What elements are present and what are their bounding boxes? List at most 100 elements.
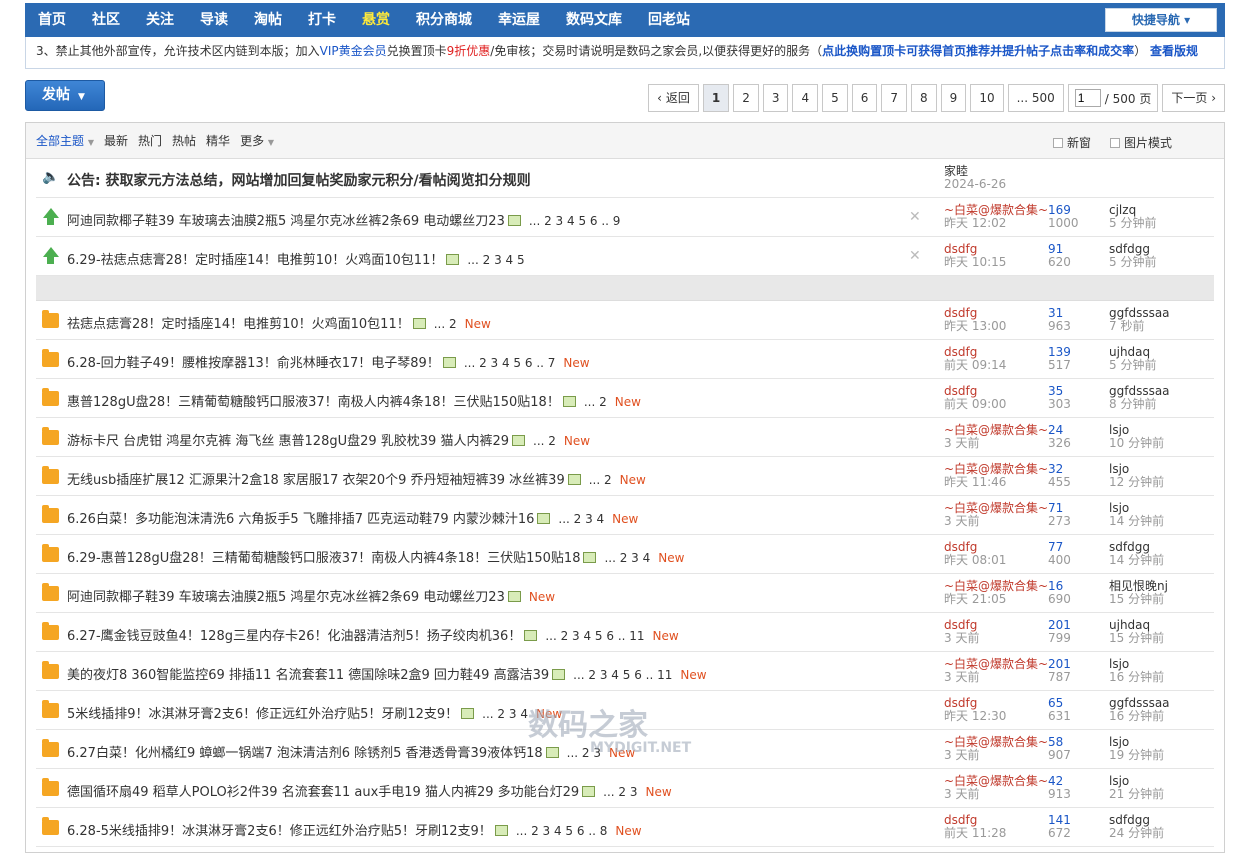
table-row[interactable]: 6.29-祛痣点痣膏28！定时插座14！电推剪10！火鸡面10包11！... 2… <box>36 237 1214 276</box>
page-button[interactable]: 8 <box>911 84 937 112</box>
quick-nav-dropdown[interactable]: 快捷导航 ▾ <box>1105 8 1217 32</box>
page-links[interactable]: ... 2 <box>589 473 612 487</box>
thread-title[interactable]: 6.27白菜！化州橘红9 蟑螂一锅端7 泡沫清洁剂6 除锈剂5 香港透骨膏39液… <box>67 742 635 761</box>
thread-title[interactable]: 无线usb插座扩展12 汇源果汁2盒18 家居服17 衣架20个9 乔丹短袖短裤… <box>67 469 646 488</box>
thread-title[interactable]: 德国循环扇49 稻草人POLO衫2件39 名流套套11 aux手电19 猫人内裤… <box>67 781 672 800</box>
thread-title[interactable]: 6.28-回力鞋子49！腰椎按摩器13！俞兆林睡衣17！电子琴89！... 2 … <box>67 352 590 371</box>
thread-title[interactable]: 6.29-惠普128gU盘28！三精葡萄糖酸钙口服液37！南极人内裤4条18！三… <box>67 547 684 566</box>
table-row[interactable]: 6.28-5米线插排9！冰淇淋牙膏2支6！修正远红外治疗贴5！牙刷12支9！..… <box>36 808 1214 847</box>
thread-title[interactable]: 6.27-鹰金钱豆豉鱼4！128g三星内存卡26！化油器清洁剂5！扬子绞肉机36… <box>67 625 679 644</box>
close-icon[interactable]: ✕ <box>909 248 921 264</box>
page-links[interactable]: ... 2 3 <box>567 746 601 760</box>
page-button[interactable]: 9 <box>940 84 967 112</box>
filter-digest[interactable]: 精华 <box>206 132 230 149</box>
table-row[interactable]: 惠普128gU盘28！三精葡萄糖酸钙口服液37！南极人内裤4条18！三伏贴150… <box>36 379 1214 418</box>
table-row[interactable]: 祛痣点痣膏28！定时插座14！电推剪10！火鸡面10包11！... 2 New ds… <box>36 301 1214 340</box>
nav-item[interactable]: 导读 <box>187 3 241 37</box>
table-row[interactable]: 6.28-回力鞋子49！腰椎按摩器13！俞兆林睡衣17！电子琴89！... 2 … <box>36 340 1214 379</box>
announcement-row[interactable]: 🔈 公告: 获取家元方法总结，网站增加回复帖奖励家元积分/看帖阅览扣分规则 家睦… <box>36 159 1214 198</box>
thread-title[interactable]: 惠普128gU盘28！三精葡萄糖酸钙口服液37！南极人内裤4条18！三伏贴150… <box>67 391 641 410</box>
table-row[interactable]: 6.26白菜！多功能泡沫清洗6 六角扳手5 飞雕排插7 匹克运动鞋79 内蒙沙棘… <box>36 496 1214 535</box>
page-button[interactable]: 5 <box>822 84 848 112</box>
filter-more[interactable]: 更多 ▼ <box>240 132 274 149</box>
nav-item[interactable]: 幸运屋 <box>485 3 553 37</box>
thread-title[interactable]: 6.29-祛痣点痣膏28！定时插座14！电推剪10！火鸡面10包11！... 2… <box>67 249 525 268</box>
page-links[interactable]: ... 2 <box>533 434 556 448</box>
thread-title[interactable]: 祛痣点痣膏28！定时插座14！电推剪10！火鸡面10包11！... 2 New <box>67 313 491 332</box>
page-links[interactable]: ... 2 3 4 5 6 .. 9 <box>529 214 621 228</box>
page-links[interactable]: ... 2 3 4 5 <box>467 253 524 267</box>
post-button[interactable]: 发帖 ▼ <box>25 80 105 111</box>
close-icon[interactable]: ✕ <box>909 209 921 225</box>
page-links[interactable]: ... 2 <box>434 317 457 331</box>
thread-title[interactable]: 阿迪同款椰子鞋39 车玻璃去油膜2瓶5 鸿星尔克冰丝裤2条69 电动螺丝刀23.… <box>67 210 620 229</box>
page-links[interactable]: ... 2 3 4 5 6 .. 7 <box>464 356 556 370</box>
page-button[interactable]: 2 <box>733 84 759 112</box>
thread-title[interactable]: 游标卡尺 台虎钳 鸿星尔克裤 海飞丝 惠普128gU盘29 乳胶枕39 猫人内裤… <box>67 430 590 449</box>
thread-author: ~白菜@爆款合集~ 昨天 21:05 <box>944 579 1049 606</box>
page-links[interactable]: ... 2 <box>584 395 607 409</box>
thread-author: dsdfg 前天 09:14 <box>944 345 1007 372</box>
page-button[interactable]: 10 <box>970 84 1004 112</box>
page-button[interactable]: 7 <box>881 84 908 112</box>
nav-item[interactable]: 关注 <box>133 3 187 37</box>
back-button[interactable]: ‹ 返回 <box>648 84 699 112</box>
folder-icon <box>42 466 59 484</box>
thread-title[interactable]: 6.28-5米线插排9！冰淇淋牙膏2支6！修正远红外治疗贴5！牙刷12支9！..… <box>67 820 642 839</box>
page-links[interactable]: ... 2 3 4 <box>482 707 528 721</box>
page-links[interactable]: ... 2 3 4 5 6 .. 11 <box>545 629 644 643</box>
nav-item[interactable]: 首页 <box>25 3 79 37</box>
filter-all-topics[interactable]: 全部主题 ▼ <box>36 132 94 149</box>
image-mode-checkbox[interactable]: 图片模式 <box>1110 134 1172 151</box>
page-links[interactable]: ... 2 3 4 <box>558 512 604 526</box>
nav-item[interactable]: 数码文库 <box>553 3 635 37</box>
folder-icon <box>42 310 59 328</box>
nav-item[interactable]: 社区 <box>79 3 133 37</box>
page-links[interactable]: ... 2 3 4 <box>604 551 650 565</box>
thread-title[interactable]: 6.26白菜！多功能泡沫清洗6 六角扳手5 飞雕排插7 匹克运动鞋79 内蒙沙棘… <box>67 508 638 527</box>
new-badge: New <box>614 395 641 409</box>
page-links[interactable]: ... 2 3 4 5 6 .. 8 <box>516 824 608 838</box>
thread-author: ~白菜@爆款合集~ 3 天前 <box>944 423 1049 450</box>
nav-item[interactable]: 淘帖 <box>241 3 295 37</box>
page-links[interactable]: ... 2 3 4 5 6 .. 11 <box>573 668 672 682</box>
table-row[interactable]: 6.27白菜！化州橘红9 蟑螂一锅端7 泡沫清洁剂6 除锈剂5 香港透骨膏39液… <box>36 730 1214 769</box>
nav-item[interactable]: 打卡 <box>295 3 349 37</box>
table-row[interactable]: 6.29-惠普128gU盘28！三精葡萄糖酸钙口服液37！南极人内裤4条18！三… <box>36 535 1214 574</box>
table-row[interactable]: 5米线插排9！冰淇淋牙膏2支6！修正远红外治疗贴5！牙刷12支9！... 2 3… <box>36 691 1214 730</box>
table-row[interactable]: 德国循环扇49 稻草人POLO衫2件39 名流套套11 aux手电19 猫人内裤… <box>36 769 1214 808</box>
image-attachment-icon <box>537 513 551 524</box>
filter-hot[interactable]: 热门 <box>138 132 162 149</box>
buy-sticky-card-link[interactable]: 点此换购置顶卡可获得首页推荐并提升帖子点击率和成交率 <box>822 44 1134 58</box>
view-rules-link[interactable]: 查看版规 <box>1150 44 1198 58</box>
thread-title[interactable]: 阿迪同款椰子鞋39 车玻璃去油膜2瓶5 鸿星尔克冰丝裤2条69 电动螺丝刀23 N… <box>67 586 555 605</box>
new-badge: New <box>464 317 491 331</box>
table-row[interactable]: 阿迪同款椰子鞋39 车玻璃去油膜2瓶5 鸿星尔克冰丝裤2条69 电动螺丝刀23.… <box>36 198 1214 237</box>
new-window-checkbox[interactable]: 新窗 <box>1053 134 1091 151</box>
new-badge: New <box>612 512 639 526</box>
nav-item[interactable]: 回老站 <box>635 3 703 37</box>
page-button[interactable]: 1 <box>702 84 730 112</box>
vip-link[interactable]: VIP黄金会员 <box>320 44 387 58</box>
page-button[interactable]: ... 500 <box>1007 84 1064 112</box>
page-button[interactable]: 6 <box>851 84 878 112</box>
page-button[interactable]: 3 <box>762 84 789 112</box>
last-post: lsjo 10 分钟前 <box>1109 423 1165 450</box>
table-row[interactable]: 无线usb插座扩展12 汇源果汁2盒18 家居服17 衣架20个9 乔丹短袖短裤… <box>36 457 1214 496</box>
filter-latest[interactable]: 最新 <box>104 132 128 149</box>
table-row[interactable]: 游标卡尺 台虎钳 鸿星尔克裤 海飞丝 惠普128gU盘29 乳胶枕39 猫人内裤… <box>36 418 1214 457</box>
page-number-input[interactable] <box>1074 89 1101 107</box>
table-row[interactable]: 6.27-鹰金钱豆豉鱼4！128g三星内存卡26！化油器清洁剂5！扬子绞肉机36… <box>36 613 1214 652</box>
next-page-button[interactable]: 下一页 › <box>1162 84 1225 112</box>
filter-hot-posts[interactable]: 热帖 <box>172 132 196 149</box>
announcement-title[interactable]: 公告: 获取家元方法总结，网站增加回复帖奖励家元积分/看帖阅览扣分规则 <box>67 170 531 190</box>
table-row[interactable]: 阿迪同款椰子鞋39 车玻璃去油膜2瓶5 鸿星尔克冰丝裤2条69 电动螺丝刀23 N… <box>36 574 1214 613</box>
nav-item[interactable]: 悬赏 <box>349 3 403 37</box>
page-links[interactable]: ... 2 3 <box>603 785 637 799</box>
thread-title[interactable]: 5米线插排9！冰淇淋牙膏2支6！修正远红外治疗贴5！牙刷12支9！... 2 3… <box>67 703 562 722</box>
nav-item[interactable]: 积分商城 <box>403 3 485 37</box>
notice-line-3: 3、禁止其他外部宣传，允许技术区内链到本版；加入VIP黄金会员兑换置顶卡9折优惠… <box>36 44 1199 58</box>
table-row[interactable]: 美的夜灯8 360智能监控69 排插11 名流套套11 德国除味2盒9 回力鞋4… <box>36 652 1214 691</box>
page-button[interactable]: 4 <box>792 84 819 112</box>
thread-title[interactable]: 美的夜灯8 360智能监控69 排插11 名流套套11 德国除味2盒9 回力鞋4… <box>67 664 707 683</box>
